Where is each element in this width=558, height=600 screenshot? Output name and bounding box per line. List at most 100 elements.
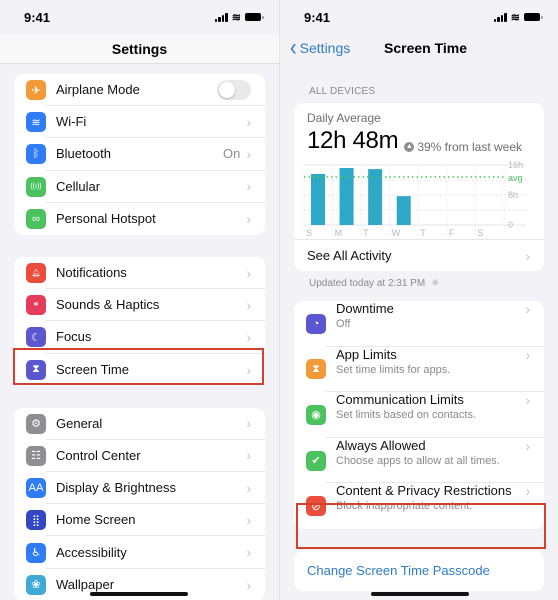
row-label: Home Screen (56, 512, 136, 528)
settings-row-notifications[interactable]: 🔔︎ Notifications › (14, 257, 265, 290)
row-title: App Limits (336, 346, 397, 362)
chart-bar (368, 169, 383, 225)
gear-icon: ⚙ (26, 413, 46, 434)
chart-bar (339, 168, 354, 225)
row-text: Always Allowed Choose apps to allow at al… (336, 438, 523, 467)
flower-icon: ❀ (26, 574, 46, 595)
prohibited-icon: ⊘ (306, 496, 326, 517)
row-label: Airplane Mode (56, 82, 140, 98)
signal-icon (214, 12, 228, 22)
page-title: Screen Time (384, 40, 468, 56)
settings-row-screen-time[interactable]: ⧗ Screen Time › (14, 354, 265, 386)
chevron-right-icon: › (246, 479, 251, 496)
row-label: Sounds & Haptics (56, 297, 160, 313)
row-label-container: Screen Time › (46, 354, 265, 386)
row-label: Personal Hotspot (56, 211, 156, 227)
chevron-right-icon: › (246, 511, 251, 528)
loading-spinner-icon: ✳ (431, 278, 440, 289)
settings-row-accessibility[interactable]: ♿︎ Accessibility › (14, 536, 265, 569)
back-button[interactable]: ‹ Settings (290, 34, 350, 62)
chevron-right-icon: › (246, 576, 251, 593)
option-row-app-limits[interactable]: ⧗ App Limits Set time limits for apps. › (294, 347, 544, 393)
y-tick-label: 16h (508, 160, 523, 170)
settings-row-personal-hotspot[interactable]: ∞ Personal Hotspot › (14, 203, 265, 235)
wifi-status-icon: ≋ (231, 11, 241, 24)
row-label-container: App Limits Set time limits for apps. › (326, 347, 544, 393)
settings-row-display-brightness[interactable]: AA Display & Brightness › (14, 472, 265, 505)
row-title: Always Allowed (336, 437, 426, 453)
row-text: Downtime Off (336, 301, 523, 330)
text-size-icon: AA (26, 478, 46, 499)
chart-bar (311, 174, 325, 225)
wifi-icon: ≋ (26, 112, 46, 133)
row-label: Accessibility (56, 544, 127, 560)
settings-row-home-screen[interactable]: ⣿ Home Screen › (14, 504, 265, 537)
updated-status: Updated today at 2:31 PM ✳ (280, 271, 558, 301)
usage-chart[interactable]: avg 16h 8h 0 S M T W T F S (294, 157, 544, 239)
settings-group: ⚙ General › ☷ Control Center › AA Display & Bri… (14, 407, 265, 600)
airplane-icon: ✈ (26, 80, 46, 101)
chevron-right-icon: › (246, 328, 251, 345)
row-label-container: Communication Limits Set limits based on … (326, 392, 544, 438)
option-row-communication-limits[interactable]: ◉ Communication Limits Set limits based on… (294, 392, 544, 438)
average-label: avg (508, 173, 523, 183)
hotspot-link-icon: ∞ (26, 208, 46, 229)
change-passcode-link[interactable]: Change Screen Time Passcode (294, 550, 544, 591)
moon-icon: ☾ (26, 327, 46, 348)
settings-row-control-center[interactable]: ☷ Control Center › (14, 440, 265, 473)
row-subtitle: Block inappropriate content. (336, 500, 473, 513)
screen-time-options: ◔ Downtime Off › ⧗ App Limits Set time limits … (294, 301, 544, 529)
row-label: Focus (56, 329, 92, 345)
settings-row-sounds-haptics[interactable]: 🔊︎ Sounds & Haptics › (14, 289, 265, 322)
chevron-right-icon: › (246, 447, 251, 464)
home-indicator[interactable] (371, 592, 469, 596)
accessibility-icon: ♿︎ (26, 542, 46, 563)
downtime-icon: ◔ (306, 313, 326, 334)
airplane-mode-toggle[interactable] (217, 79, 251, 100)
chevron-left-icon: ‹ (290, 34, 297, 62)
chevron-right-icon: › (525, 301, 530, 317)
settings-row-bluetooth[interactable]: ᛒ Bluetooth On › (14, 138, 265, 171)
weekly-change: 39% from last week (417, 139, 523, 154)
hourglass-icon: ⧗ (26, 359, 46, 380)
screen-time-panel: 9:41 ≋ ‹ Settings Screen Time ALL DEVICE… (279, 0, 558, 600)
row-title: Communication Limits (336, 392, 464, 408)
home-indicator[interactable] (90, 592, 188, 596)
row-subtitle: Off (336, 318, 351, 330)
settings-row-cellular[interactable]: ((ı)) Cellular › (14, 171, 265, 203)
daily-average-value: 12h 48m (307, 127, 399, 154)
option-row-always-allowed[interactable]: ✔ Always Allowed Choose apps to allow at a… (294, 438, 544, 484)
row-label-container: Focus › (46, 321, 265, 354)
see-all-activity-button[interactable]: See All Activity › (294, 239, 544, 271)
signal-icon (493, 12, 507, 22)
row-label: General (56, 415, 103, 431)
checkmark-badge-icon: ✔ (306, 450, 326, 471)
settings-row-airplane-mode[interactable]: ✈ Airplane Mode (14, 74, 265, 107)
see-all-label: See All Activity (307, 248, 392, 263)
chevron-right-icon: › (525, 392, 530, 409)
option-row-content-privacy-restrictions[interactable]: ⊘ Content & Privacy Restrictions Block ina… (294, 483, 544, 529)
option-row-downtime[interactable]: ◔ Downtime Off › (294, 301, 544, 347)
row-label-container: Control Center › (46, 440, 265, 473)
settings-row-wi-fi[interactable]: ≋ Wi-Fi › (14, 106, 265, 139)
x-tick-label: M (335, 228, 343, 238)
x-tick-label: T (420, 228, 426, 238)
nav-bar: ‹ Settings Screen Time (280, 34, 558, 62)
row-label: Display & Brightness (56, 480, 176, 496)
settings-row-focus[interactable]: ☾ Focus › (14, 321, 265, 354)
speaker-icon: 🔊︎ (26, 295, 46, 316)
row-label-container: Personal Hotspot › (46, 203, 265, 235)
row-label: Wi-Fi (56, 114, 87, 130)
row-label-container: Bluetooth On › (46, 138, 265, 171)
page-title: Settings (111, 40, 168, 57)
updated-text: Updated today at 2:31 PM (309, 278, 426, 289)
chevron-right-icon: › (525, 483, 530, 500)
cellular-antenna-icon: ((ı)) (26, 176, 46, 197)
chevron-right-icon: › (246, 296, 251, 313)
settings-row-general[interactable]: ⚙ General › (14, 408, 265, 440)
row-label-container: Display & Brightness › (46, 472, 265, 505)
settings-group: 🔔︎ Notifications › 🔊︎ Sounds & Haptics › ☾ Focu… (14, 256, 265, 386)
row-label-container: Content & Privacy Restrictions Block inap… (326, 483, 544, 529)
arrow-up-icon: ▲ (404, 141, 415, 152)
row-label: Notifications (56, 265, 127, 281)
